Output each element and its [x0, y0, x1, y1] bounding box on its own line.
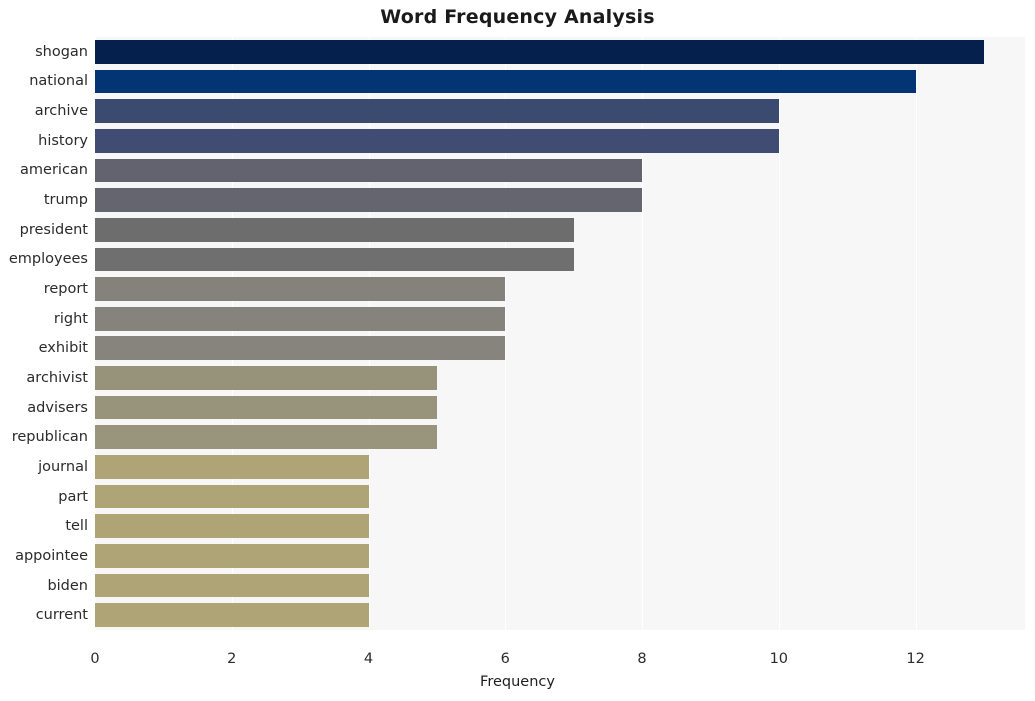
- y-tick-label-part: part: [58, 488, 88, 505]
- bar: [95, 336, 506, 361]
- bar-row: [95, 366, 1025, 390]
- x-axis-title: Frequency: [480, 674, 555, 690]
- bar-row: [95, 128, 1025, 153]
- bar-row: [95, 484, 1025, 509]
- bar: [95, 455, 369, 479]
- bar-row: [95, 336, 1025, 361]
- bar: [95, 128, 779, 153]
- bar-row: [95, 69, 1025, 94]
- x-tick-label-0: 0: [90, 651, 100, 667]
- y-tick-label-republican: republican: [11, 429, 88, 446]
- bar: [95, 425, 437, 450]
- bar: [95, 99, 779, 123]
- bar: [95, 514, 369, 539]
- gridline-x-6: [505, 37, 507, 630]
- y-axis-tick-labels: shogan national archive history american trum…: [0, 0, 88, 701]
- y-tick-label-appointee: appointee: [15, 547, 88, 564]
- bar: [95, 217, 574, 242]
- y-tick-label-current: current: [35, 607, 88, 624]
- bar-row: [95, 247, 1025, 272]
- y-tick-label-exhibit: exhibit: [38, 340, 88, 357]
- bar-row: [95, 455, 1025, 479]
- x-tick-label-12: 12: [906, 651, 925, 667]
- bar-row: [95, 306, 1025, 331]
- x-tick-label-2: 2: [227, 651, 237, 667]
- gridline-x-2: [231, 37, 233, 630]
- x-axis-tick-labels: 0 2 4 6 8 10 12: [0, 651, 1035, 673]
- y-tick-label-national: national: [29, 73, 88, 90]
- y-tick-label-american: american: [20, 162, 88, 179]
- gridline-x-4: [368, 37, 370, 630]
- bar: [95, 306, 506, 331]
- bar-row: [95, 425, 1025, 450]
- bar: [95, 39, 984, 64]
- x-tick-label-4: 4: [363, 651, 374, 667]
- y-tick-label-archivist: archivist: [26, 369, 88, 386]
- y-tick-label-advisers: advisers: [27, 399, 88, 416]
- x-tick-label-8: 8: [637, 651, 647, 667]
- y-tick-label-report: report: [43, 281, 88, 298]
- bar: [95, 69, 916, 94]
- bar: [95, 158, 643, 183]
- gridline-x-12: [915, 37, 917, 630]
- bar: [95, 277, 506, 301]
- y-tick-label-right: right: [53, 310, 88, 327]
- bar: [95, 603, 369, 628]
- bar: [95, 484, 369, 509]
- y-tick-label-employees: employees: [8, 251, 88, 268]
- gridline-x-0: [95, 37, 96, 630]
- plot-area: [95, 37, 1025, 630]
- bar: [95, 395, 437, 420]
- chart-title: Word Frequency Analysis: [380, 6, 655, 28]
- bar-row: [95, 573, 1025, 598]
- bar-row: [95, 603, 1025, 628]
- bar-row: [95, 39, 1025, 64]
- bar-row: [95, 158, 1025, 183]
- bar: [95, 366, 437, 390]
- y-tick-label-journal: journal: [38, 458, 88, 475]
- gridline-x-10: [778, 37, 780, 630]
- bar-row: [95, 514, 1025, 539]
- x-tick-label-10: 10: [769, 651, 789, 667]
- x-tick-label-6: 6: [500, 651, 510, 667]
- y-tick-label-biden: biden: [47, 577, 88, 594]
- y-tick-label-trump: trump: [43, 192, 88, 209]
- chart-figure: Word Frequency Analysis shogan national ar…: [0, 0, 1035, 701]
- y-tick-label-tell: tell: [65, 518, 88, 535]
- bar-row: [95, 99, 1025, 123]
- gridline-x-8: [642, 37, 644, 630]
- bar-row: [95, 277, 1025, 301]
- bar-row: [95, 217, 1025, 242]
- y-tick-label-archive: archive: [34, 103, 88, 120]
- y-tick-label-president: president: [19, 221, 88, 238]
- y-tick-label-history: history: [38, 132, 88, 149]
- bar: [95, 247, 574, 272]
- y-tick-label-shogan: shogan: [35, 43, 88, 60]
- bar-row: [95, 395, 1025, 420]
- bar-row: [95, 544, 1025, 568]
- bar: [95, 188, 643, 212]
- bar: [95, 544, 369, 568]
- bar: [95, 573, 369, 598]
- bar-row: [95, 188, 1025, 212]
